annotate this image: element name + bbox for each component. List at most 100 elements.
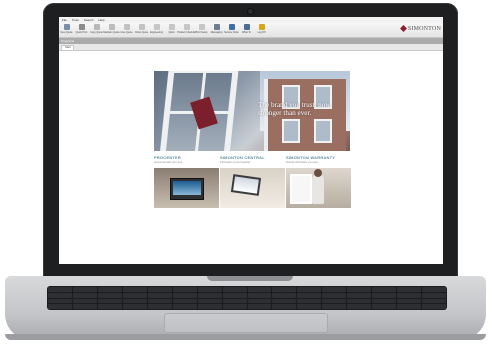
simonton-central-title[interactable]: SIMONTON CENTRAL: [220, 155, 285, 160]
procenter-title[interactable]: PROCENTER: [154, 155, 219, 160]
keyboard-key: [48, 298, 72, 304]
keyboard-key: [197, 287, 222, 292]
what-to-icon: [243, 24, 250, 30]
keyboard-key: [147, 292, 172, 298]
keyboard-key: [48, 304, 72, 309]
brand-name: SIMONTON: [407, 25, 441, 32]
copy-quote-button[interactable]: Copy Quote: [89, 23, 104, 34]
maintain-quote-button[interactable]: Maintain Quote: [103, 23, 120, 34]
keyboard-key: [297, 287, 322, 292]
main-content: The brand you trust, now stronger than e…: [59, 51, 443, 261]
keyboard-key: [97, 298, 122, 304]
print-setup-button[interactable]: Print Setup: [194, 23, 209, 34]
laptop-photo: [230, 173, 262, 196]
print-icon: [78, 24, 85, 30]
keyboard-key: [347, 292, 372, 298]
keyboard-key: [72, 292, 97, 298]
log-off-button[interactable]: Log Off: [254, 23, 269, 34]
messaging-icon: [213, 24, 220, 30]
splash-card: The brand you trust, now stronger than e…: [154, 71, 351, 211]
order-quote-icon: [138, 24, 145, 30]
product-checklist-button[interactable]: Product Checklist: [177, 23, 196, 34]
simonton-warranty-title[interactable]: SIMONTON WARRANTY: [286, 155, 351, 160]
keyboard-key: [197, 298, 222, 304]
keyboard-key: [272, 304, 297, 309]
keyboard-key: [247, 292, 272, 298]
webcam-icon: [247, 8, 254, 15]
keyboard-key: [372, 298, 397, 304]
brand-logo: SIMONTON: [399, 25, 441, 32]
hero-headline: The brand you trust, now stronger than e…: [258, 101, 331, 117]
keyboard-key: [322, 287, 347, 292]
keyboard-key: [272, 298, 297, 304]
messaging-button[interactable]: Messaging: [209, 23, 224, 34]
menu-item-search[interactable]: Search: [84, 18, 94, 22]
keyboard-key: [97, 304, 122, 309]
simonton-central-link[interactable]: SIMONTON CENTRAL Information at your fin…: [220, 155, 285, 208]
procenter-subtitle: Access the tools you need: [154, 160, 182, 164]
person-photo: [312, 173, 324, 204]
keyboard-key: [372, 304, 397, 309]
print-setup-icon: [198, 24, 205, 30]
keyboard-key: [297, 292, 322, 298]
keyboard-key: [172, 304, 197, 309]
engineering-button[interactable]: Engineering: [149, 23, 164, 34]
keyboard-key: [422, 298, 446, 304]
keyboard-key: [397, 304, 422, 309]
simonton-warranty-link[interactable]: SIMONTON WARRANTY Find the information y…: [286, 155, 351, 208]
procenter-image[interactable]: [154, 167, 219, 208]
keyboard-key: [347, 298, 372, 304]
engineering-icon: [153, 24, 160, 30]
keyboard-key: [272, 287, 297, 292]
tab-start[interactable]: Start: [61, 45, 75, 50]
keyboard-key: [397, 292, 422, 298]
keyboard-key: [197, 292, 222, 298]
menu-item-help[interactable]: Help: [98, 18, 104, 22]
simonton-warranty-subtitle: Find the information you need: [286, 160, 318, 164]
keyboard-key: [147, 304, 172, 309]
simonton-central-image[interactable]: [220, 167, 285, 208]
keyboard-key: [247, 304, 272, 309]
keyboard-key: [122, 298, 147, 304]
keyboard-key: [222, 292, 247, 298]
keyboard-key: [172, 287, 197, 292]
simonton-central-subtitle: Information at your fingertips: [220, 160, 251, 164]
keyboard-key: [222, 287, 247, 292]
key-icon: [258, 24, 265, 30]
keyboard-key: [97, 292, 122, 298]
quick-print-button[interactable]: Quick Print: [74, 23, 89, 34]
keyboard-key: [147, 287, 172, 292]
keyboard-key: [322, 298, 347, 304]
menu-item-tools[interactable]: Tools: [72, 18, 79, 22]
window-title: Programs: [61, 39, 75, 43]
keyboard-key: [122, 304, 147, 309]
keyboard-key: [172, 298, 197, 304]
copy-quote-icon: [93, 24, 100, 30]
keyboard-key: [197, 304, 222, 309]
keyboard-key: [372, 292, 397, 298]
give-quote-button[interactable]: Give Quote: [119, 23, 134, 34]
keyboard-key: [422, 304, 446, 309]
maintain-quote-icon: [108, 24, 115, 30]
window-photo: [290, 173, 312, 204]
keyboard-key: [372, 287, 397, 292]
order-quote-button[interactable]: Order Quote: [134, 23, 149, 34]
tab-strip: Start: [59, 44, 443, 51]
keyboard-key: [297, 298, 322, 304]
keyboard-key: [48, 292, 72, 298]
what-to-button[interactable]: What To: [239, 23, 254, 34]
service-order-button[interactable]: Service Order: [224, 23, 239, 34]
new-quote-icon: [63, 24, 70, 30]
keyboard-key: [422, 292, 446, 298]
keyboard-key: [72, 298, 97, 304]
keyboard-key: [422, 287, 446, 292]
keyboard-key: [347, 287, 372, 292]
procenter-link[interactable]: PROCENTER Access the tools you need: [154, 155, 219, 208]
new-quote-button[interactable]: New Quote: [59, 23, 74, 34]
keyboard-key: [297, 304, 322, 309]
quick-icon: [168, 24, 175, 30]
keyboard-key: [247, 287, 272, 292]
brand-logo-mark-icon: [399, 25, 407, 32]
menu-item-file[interactable]: File: [62, 18, 67, 22]
simonton-warranty-image[interactable]: [286, 167, 351, 208]
